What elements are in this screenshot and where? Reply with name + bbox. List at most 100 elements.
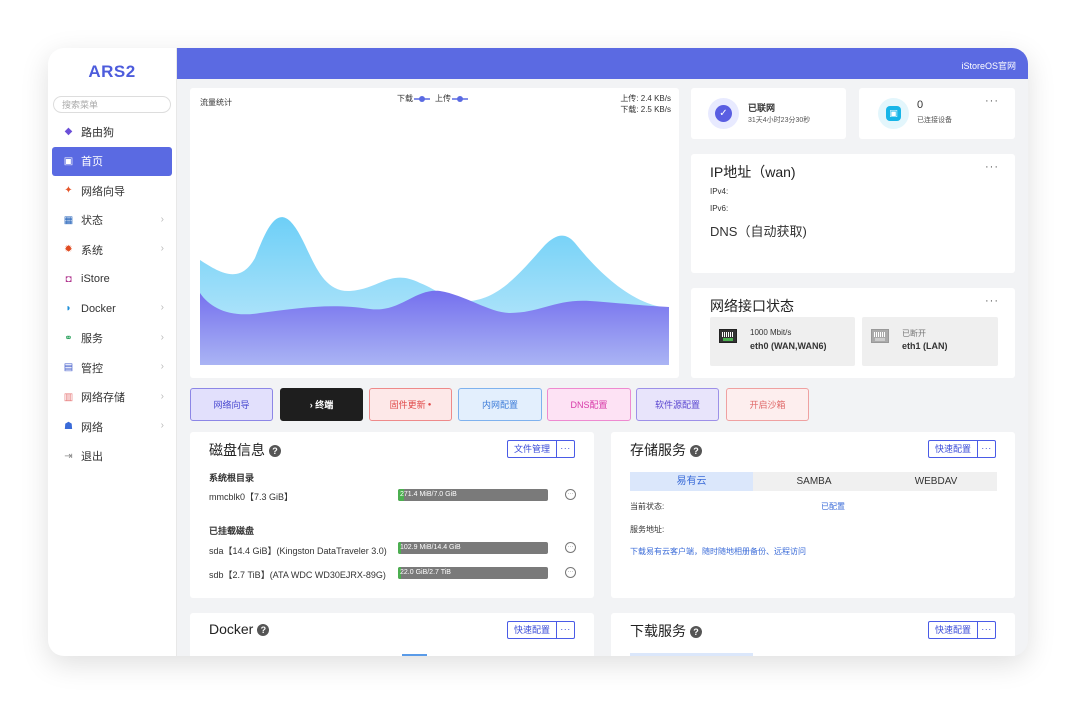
disk-name: sda【14.4 GiB】(Kingston DataTraveler 3.0) [209,546,387,556]
sidebar-item-wizard[interactable]: ✦ 网络向导 [52,176,172,206]
istoreos-official-link[interactable]: iStoreOS官网 [961,59,1016,72]
more-icon[interactable]: ··· [557,622,574,638]
help-icon[interactable]: ? [690,626,702,638]
disk-name: sdb【2.7 TiB】(ATA WDC WD30EJRX-89G) [209,570,386,580]
chevron-right-icon: › [160,213,164,225]
file-manager-button[interactable]: 文件管理 ··· [507,440,576,458]
docker-quick-config-button[interactable]: 快速配置 ··· [507,621,576,639]
disk-usage-text: 22.0 GiB/2.7 TiB [400,569,451,576]
app-window: ARS2 搜索菜单 ◆ 路由狗 ▣ 首页 ✦ 网络向导 ▦ 状态 › ✹ 系统 › ◘ iStore ◗ Do… [48,48,1028,656]
status-icon: ▦ [63,214,74,226]
port-eth1[interactable]: 已断开 eth1 (LAN) [862,317,998,366]
service-address-label: 服务地址: [630,525,665,534]
help-icon[interactable]: ? [257,624,270,636]
port-eth0[interactable]: 1000 Mbit/s eth0 (WAN,WAN6) [710,317,855,366]
upload-rate: 上传: 2.4 KB/s [620,94,671,103]
sidebar-item-control[interactable]: ▤ 管控 › [52,353,172,383]
action-button-3[interactable]: 内网配置 [458,388,542,421]
sidebar-item-home[interactable]: ▣ 首页 [52,146,172,176]
control-icon: ▤ [63,362,74,374]
chevron-right-icon: › [160,331,164,343]
storage-icon: ▥ [63,391,74,403]
ip-more-icon[interactable]: ··· [985,161,999,173]
legend-upload-label: 上传 [435,94,451,103]
devices-card: ▣ 0 已连接设备 ··· [859,88,1015,139]
more-icon[interactable]: ··· [978,622,995,638]
download-service-card: 下载服务? 快速配置 ··· [611,613,1015,656]
sidebar-item-label: Docker [81,302,116,315]
more-icon[interactable]: ··· [978,441,995,457]
dns-label: DNS（自动获取) [710,224,807,239]
chevron-right-icon: › [160,420,164,431]
docker-title: Docker [209,621,254,637]
action-button-1[interactable]: › 终端 [280,388,363,421]
sidebar-nav: ◆ 路由狗 ▣ 首页 ✦ 网络向导 ▦ 状态 › ✹ 系统 › ◘ iStore ◗ Docker › ⚭ 服务 › ▤… [48,117,176,471]
device-count: 0 [917,99,924,111]
storage-title: 存储服务 [630,442,686,458]
action-button-0[interactable]: 网络向导 [190,388,273,421]
disk-options-icon[interactable]: ··· [565,542,576,553]
sidebar-item-network[interactable]: ☗ 网络 › [52,412,172,442]
sidebar: ARS2 搜索菜单 ◆ 路由狗 ▣ 首页 ✦ 网络向导 ▦ 状态 › ✹ 系统 › ◘ iStore ◗ Do… [48,48,177,656]
action-button-6[interactable]: 开启沙箱 [726,388,809,421]
sidebar-item-logout[interactable]: ⇥ 退出 [52,442,172,472]
sidebar-item-storage[interactable]: ▥ 网络存储 › [52,383,172,413]
sidebar-item-cube[interactable]: ◆ 路由狗 [52,117,172,147]
tab-samba[interactable]: SAMBA [753,472,875,491]
docker-icon: ◗ [65,303,72,315]
action-button-4[interactable]: DNS配置 [547,388,631,421]
port-name: eth1 (LAN) [902,341,948,351]
download-quick-config-button[interactable]: 快速配置 ··· [928,621,997,639]
ports-more-icon[interactable]: ··· [985,295,999,307]
disk-title: 磁盘信息 [209,442,265,458]
top-bar: iStoreOS官网 [177,48,1028,79]
devices-label: 已连接设备 [917,117,952,124]
sidebar-item-status[interactable]: ▦ 状态 › [52,206,172,236]
disk-usage-bar-0: 271.4 MiB/7.0 GiB [398,489,548,501]
ip-card-title: IP地址（wan) [710,164,796,180]
ip-address-card: IP地址（wan) ··· IPv4: IPv6: DNS（自动获取) [691,154,1015,273]
connection-status: 已联网 [748,103,776,113]
sidebar-item-docker[interactable]: ◗ Docker › [52,294,172,324]
disk-name: mmcblk0【7.3 GiB】 [209,492,294,502]
logout-icon: ⇥ [64,450,73,462]
disk-info-card: 磁盘信息? 文件管理 ··· 系统根目录 mmcblk0【7.3 GiB】 271… [190,432,594,598]
chevron-right-icon: › [160,390,164,402]
quick-config-label: 快速配置 [929,441,979,457]
download-tab-indicator [630,653,753,656]
wizard-icon: ✦ [64,185,73,197]
disk-usage-bar-1: 102.9 MiB/14.4 GiB [398,542,548,554]
devices-more-icon[interactable]: ··· [985,95,999,107]
sidebar-item-services[interactable]: ⚭ 服务 › [52,324,172,354]
sidebar-item-label: 首页 [81,156,103,169]
help-icon[interactable]: ? [690,445,702,457]
more-icon[interactable]: ··· [557,441,574,457]
download-rate: 下载: 2.5 KB/s [620,105,671,114]
disk-usage-text: 271.4 MiB/7.0 GiB [400,491,457,498]
storage-quick-config-button[interactable]: 快速配置 ··· [928,440,997,458]
tab-webdav[interactable]: WEBDAV [875,472,997,491]
network-icon: ☗ [64,421,73,433]
menu-search-input[interactable]: 搜索菜单 [53,96,171,113]
action-button-label: 网络向导 [213,400,250,410]
sidebar-item-store[interactable]: ◘ iStore [52,265,172,295]
download-client-link[interactable]: 下载易有云客户端，随时随地相册备份、远程访问 [630,546,806,557]
home-icon: ▣ [63,155,74,167]
help-icon[interactable]: ? [269,445,281,457]
ports-card-title: 网络接口状态 [710,298,794,314]
tab-yiyouyun[interactable]: 易有云 [630,472,753,491]
cube-icon: ◆ [64,126,73,138]
port-status: 已断开 [902,329,926,338]
uptime-text: 31天4小时23分30秒 [748,117,811,124]
sidebar-item-gear[interactable]: ✹ 系统 › [52,235,172,265]
sidebar-item-label: 服务 [81,333,103,346]
action-button-2[interactable]: 固件更新 ● [369,388,452,421]
quick-config-label: 快速配置 [929,622,979,638]
action-button-label: 开启沙箱 [749,400,786,410]
disk-options-icon[interactable]: ··· [565,489,576,500]
action-button-5[interactable]: 软件源配置 [636,388,719,421]
storage-service-card: 存储服务? 快速配置 ··· 易有云 SAMBA WEBDAV 当前状态: 已配置… [611,432,1015,598]
disk-options-icon[interactable]: ··· [565,567,576,578]
chevron-right-icon: › [160,243,164,254]
ipv6-label: IPv6: [710,204,729,213]
